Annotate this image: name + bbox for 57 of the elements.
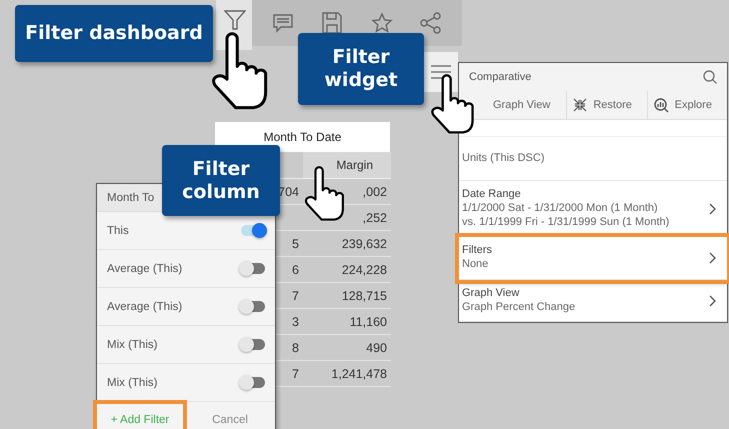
comment-icon[interactable] [272, 12, 294, 34]
setting-title: Filters [462, 244, 492, 258]
search-icon[interactable] [703, 70, 717, 84]
setting-value: Units (This DSC) [462, 152, 545, 166]
settings-row[interactable]: Units (This DSC) [459, 137, 727, 181]
table-cell: 5 [292, 236, 299, 250]
toggle-switch[interactable] [241, 225, 265, 236]
table-cell: 490 [366, 340, 387, 354]
table-cell: ,252 [362, 210, 387, 224]
filter-option-label: Average (This) [107, 300, 182, 312]
filter-option-label: This [107, 224, 129, 236]
callout-label: Filter widget [298, 33, 424, 105]
toggle-switch[interactable] [241, 377, 265, 388]
table-cell: 128,715 [342, 288, 387, 302]
table-cell: 1,241,478 [331, 366, 387, 380]
restore-icon [573, 98, 588, 112]
table-cell: 8 [292, 340, 299, 354]
table-cell: 6 [292, 262, 299, 276]
filter-option-label: Mix (This) [107, 338, 158, 350]
column-group-header[interactable]: Month To Date [215, 122, 390, 152]
setting-value: 1/1/2000 Sat - 1/31/2000 Mon (1 Month) [462, 202, 659, 216]
callout-label: Filter column [162, 145, 280, 216]
setting-value: Graph Percent Change [462, 300, 576, 314]
settings-row[interactable]: Graph View Graph Percent Change [459, 280, 727, 322]
settings-row[interactable]: Filters None [459, 237, 727, 280]
pointing-hand-icon [212, 32, 268, 110]
panel-title: Comparative [469, 71, 532, 83]
table-cell: 704 [278, 184, 299, 198]
table-cell: 224,228 [342, 262, 387, 276]
setting-value: vs. 1/1/1999 Fri - 1/31/1999 Sun (1 Month) [462, 216, 670, 230]
table-cell: 239,632 [342, 236, 387, 250]
filter-option-label: Average (This) [107, 262, 182, 274]
toolbar-button[interactable]: Restore [566, 91, 647, 119]
chart-magnifier-icon [654, 98, 669, 112]
table-cell: 11,160 [350, 314, 387, 328]
table-cell: ,002 [362, 184, 387, 198]
callout-label: Filter dashboard [15, 5, 213, 62]
popup-header: Month To [107, 192, 154, 204]
filter-option-label: Mix (This) [107, 376, 158, 388]
share-icon[interactable] [420, 12, 442, 34]
table-cell: 3 [292, 314, 299, 328]
setting-title: Graph View [462, 286, 520, 300]
toggle-switch[interactable] [241, 301, 265, 312]
filter-icon[interactable] [224, 9, 246, 31]
toolbar-button[interactable]: Explore [646, 91, 727, 119]
toggle-switch[interactable] [241, 339, 265, 350]
setting-title: Date Range [462, 188, 522, 202]
setting-value: None [462, 258, 490, 272]
save-icon[interactable] [321, 11, 344, 35]
toggle-switch[interactable] [241, 263, 265, 274]
column-header[interactable]: Margin [303, 152, 391, 179]
cancel-button[interactable]: Cancel [185, 402, 275, 429]
toolbar-button[interactable]: Graph View [487, 91, 566, 119]
table-cell: 7 [292, 288, 299, 302]
settings-row[interactable]: Date Range 1/1/2000 Sat - 1/31/2000 Mon (1 Month) vs. 1/1/1999 Fri - 1/31/1999 Sun (1 Month) [459, 181, 727, 238]
table-cell: 7 [292, 366, 299, 380]
star-icon[interactable] [370, 12, 393, 34]
